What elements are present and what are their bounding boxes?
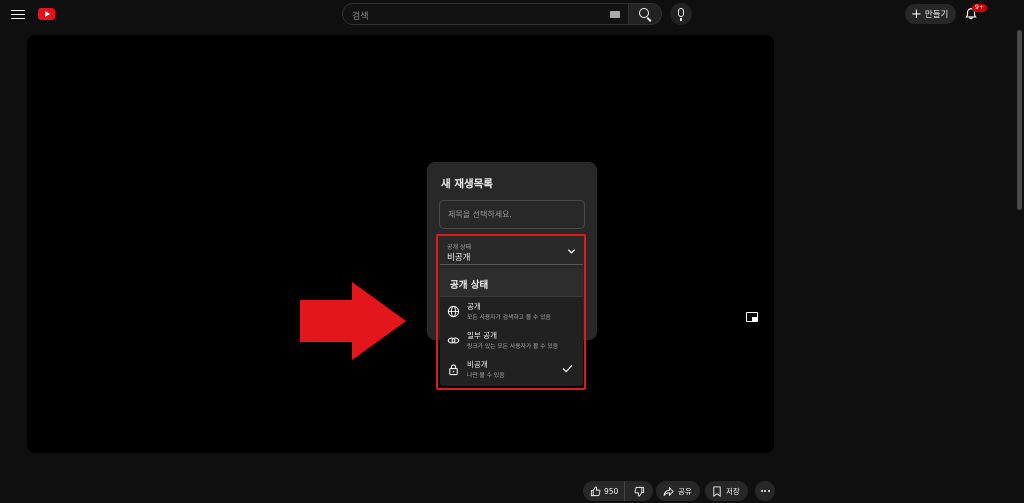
share-label: 공유 <box>678 486 692 496</box>
notifications-button[interactable]: 9+ <box>964 4 987 22</box>
video-player[interactable] <box>27 35 774 453</box>
red-highlight-annotation <box>436 234 586 390</box>
notification-badge: 9+ <box>972 4 987 12</box>
red-arrow-annotation-icon <box>300 282 406 360</box>
plus-icon: + <box>911 6 922 22</box>
playlist-title-input[interactable] <box>440 201 584 228</box>
bookmark-icon <box>713 485 721 497</box>
search-input[interactable] <box>343 7 628 27</box>
search-button[interactable] <box>628 3 662 25</box>
search-bar <box>342 3 662 27</box>
share-icon <box>663 486 674 496</box>
like-dislike-group: 950 <box>583 481 653 501</box>
save-label: 저장 <box>726 486 740 496</box>
search-box <box>342 3 628 27</box>
hamburger-menu-icon[interactable] <box>11 7 25 21</box>
playlist-title-field[interactable] <box>439 200 585 229</box>
search-icon <box>639 8 649 18</box>
more-icon <box>760 490 763 492</box>
create-button[interactable]: + 만들기 <box>905 4 957 24</box>
share-button[interactable]: 공유 <box>656 481 700 501</box>
like-button[interactable]: 950 <box>583 481 625 501</box>
youtube-logo-icon[interactable] <box>38 8 55 20</box>
voice-search-button[interactable] <box>670 3 692 25</box>
dialog-title: 새 재생목록 <box>441 178 493 190</box>
microphone-icon <box>678 8 684 21</box>
save-button[interactable]: 저장 <box>705 481 748 501</box>
page-scrollbar[interactable] <box>1017 30 1022 210</box>
miniplayer-button[interactable] <box>744 310 760 324</box>
create-label: 만들기 <box>924 10 949 20</box>
like-count: 950 <box>604 486 619 496</box>
keyboard-icon[interactable] <box>610 11 620 18</box>
top-bar: + 만들기 9+ <box>0 0 1024 28</box>
thumbs-down-icon <box>634 486 644 497</box>
thumbs-up-icon <box>590 485 601 496</box>
dislike-button[interactable] <box>625 481 653 501</box>
more-actions-button[interactable] <box>755 481 775 501</box>
